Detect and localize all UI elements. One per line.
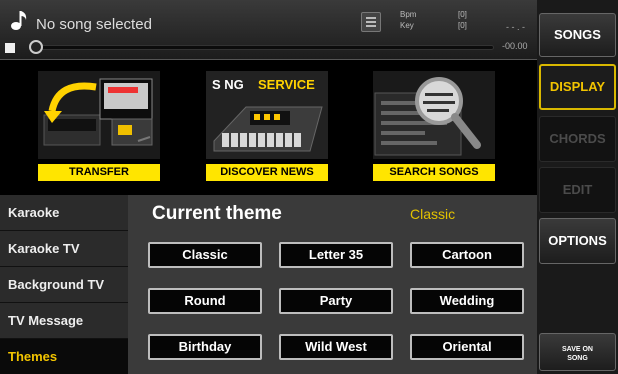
songs-button[interactable]: SONGS	[539, 13, 616, 57]
songservice-keyboard-image: S NG SERVICE	[206, 71, 328, 159]
theme-button-party[interactable]: Party	[279, 288, 393, 314]
theme-button-cartoon[interactable]: Cartoon	[410, 242, 524, 268]
time-display: - - . -	[506, 22, 525, 32]
transfer-devices-image	[38, 71, 160, 159]
theme-button-birthday[interactable]: Birthday	[148, 334, 262, 360]
discover-news-caption: DISCOVER NEWS	[206, 164, 328, 181]
menu-item-karaoke[interactable]: Karaoke	[0, 195, 128, 231]
theme-button-wild-west[interactable]: Wild West	[279, 334, 393, 360]
key-value: [0]	[458, 21, 467, 30]
save-on-song-label-line1: SAVE ON	[562, 346, 593, 353]
song-progress-bar[interactable]	[34, 45, 494, 50]
display-button[interactable]: DISPLAY	[539, 64, 616, 110]
current-theme-label: Current theme	[152, 203, 282, 224]
playlist-icon[interactable]	[361, 12, 381, 32]
menu-item-themes[interactable]: Themes	[0, 339, 128, 374]
options-button[interactable]: OPTIONS	[539, 218, 616, 264]
search-songs-caption: SEARCH SONGS	[373, 164, 495, 181]
music-note-icon	[11, 11, 27, 30]
theme-button-classic[interactable]: Classic	[148, 242, 262, 268]
theme-button-wedding[interactable]: Wedding	[410, 288, 524, 314]
status-bar: No song selected Bpm Key [0] [0] - - . -…	[0, 0, 537, 60]
time-remaining: -00.00	[502, 41, 528, 51]
save-on-song-button[interactable]: SAVE ON SONG	[539, 333, 616, 371]
theme-button-letter-35[interactable]: Letter 35	[279, 242, 393, 268]
menu-item-karaoke-tv[interactable]: Karaoke TV	[0, 231, 128, 267]
menu-item-tv-message[interactable]: TV Message	[0, 303, 128, 339]
theme-button-oriental[interactable]: Oriental	[410, 334, 524, 360]
discover-news-banner[interactable]: S NG SERVICE DISCOVER NEWS	[206, 71, 328, 181]
bpm-label: Bpm	[400, 10, 417, 19]
menu-item-background-tv[interactable]: Background TV	[0, 267, 128, 303]
bpm-value: [0]	[458, 10, 467, 19]
magnifier-search-image	[373, 71, 495, 159]
main-menu: SONGS DISPLAY CHORDS EDIT OPTIONS SAVE O…	[537, 0, 618, 374]
progress-knob[interactable]	[29, 40, 43, 54]
current-theme-value: Classic	[410, 206, 456, 222]
songservice-logo-text-b: SERVICE	[258, 77, 315, 92]
meta-labels: Bpm Key	[400, 9, 416, 31]
theme-panel: Current theme Classic Classic Letter 35 …	[128, 195, 537, 374]
transfer-banner[interactable]: TRANSFER	[38, 71, 160, 181]
transfer-caption: TRANSFER	[38, 164, 160, 181]
search-songs-banner[interactable]: SEARCH SONGS	[373, 71, 495, 181]
song-title: No song selected	[36, 16, 152, 33]
display-submenu: Karaoke Karaoke TV Background TV TV Mess…	[0, 195, 128, 374]
key-label: Key	[400, 21, 414, 30]
chords-button[interactable]: CHORDS	[539, 116, 616, 162]
save-on-song-label-line2: SONG	[567, 355, 588, 362]
songservice-logo-text-a: S NG	[212, 77, 244, 92]
edit-button[interactable]: EDIT	[539, 167, 616, 213]
promo-banners: TRANSFER S NG SERVICE DISCOVER NEWS SEAR…	[0, 61, 537, 184]
meta-values: [0] [0]	[458, 9, 467, 31]
theme-button-round[interactable]: Round	[148, 288, 262, 314]
stop-icon[interactable]	[5, 43, 15, 53]
